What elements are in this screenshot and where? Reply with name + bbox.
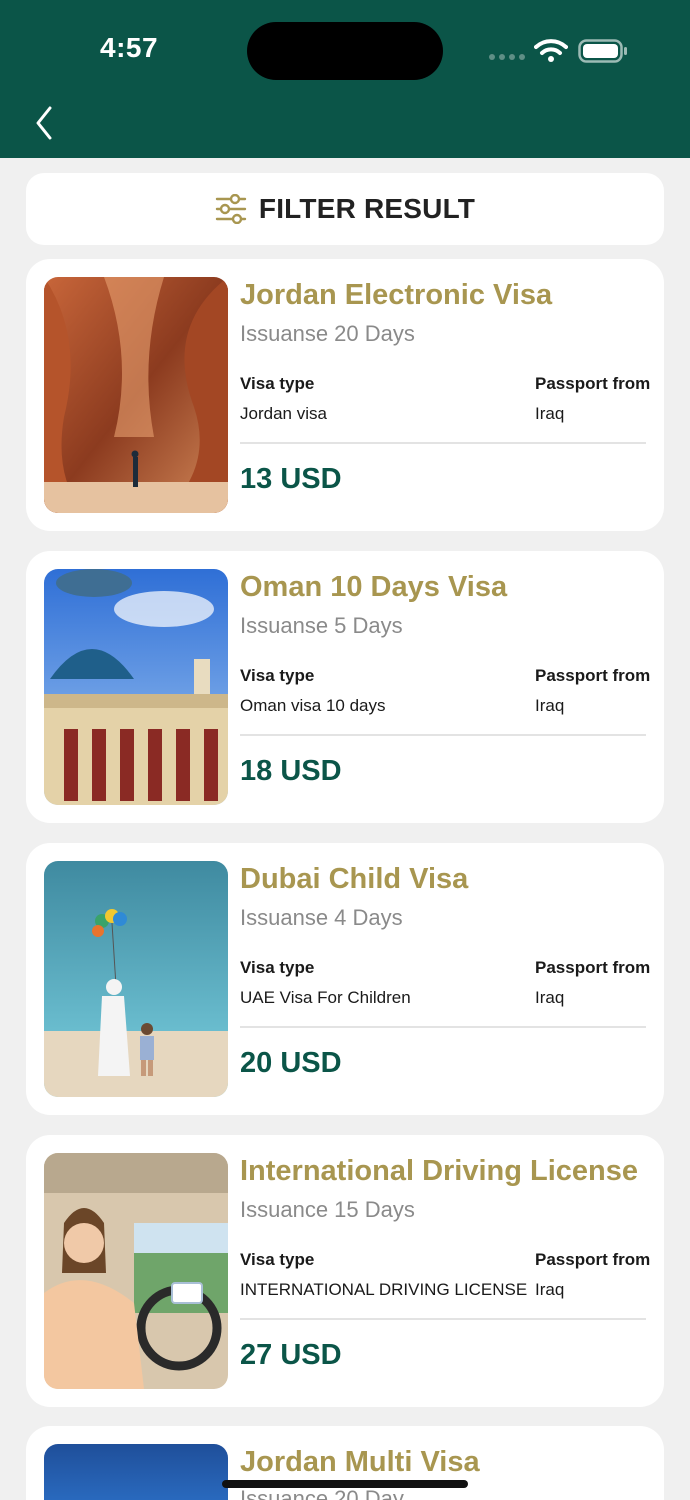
app-header: 4:57 [0,0,690,158]
status-time: 4:57 [100,32,159,63]
card-title: Jordan Multi Visa [240,1446,480,1478]
card-issuance: Issuance 15 Days [240,1197,415,1222]
card-image-beach [44,861,228,1097]
card-title: Jordan Electronic Visa [240,279,553,311]
filter-result-button[interactable]: FILTER RESULT [26,173,664,245]
visa-type-label: Visa type [240,666,315,685]
chevron-left-icon[interactable] [32,104,58,142]
wifi-icon [534,39,568,62]
card-issuance: Issuance 20 Day [240,1486,404,1500]
card-title: Dubai Child Visa [240,863,469,895]
card-issuance: Issuanse 4 Days [240,905,403,930]
card-image-driver [44,1153,228,1389]
visa-card[interactable]: International Driving License Issuance 1… [26,1135,664,1407]
card-price: 20 USD [240,1047,342,1079]
visa-type-value: Jordan visa [240,404,327,423]
battery-icon [578,39,627,63]
divider [240,1026,646,1028]
visa-type-value: Oman visa 10 days [240,696,386,715]
visa-card[interactable]: Jordan Multi Visa Issuance 20 Day [26,1426,664,1500]
divider [240,442,646,444]
divider [240,734,646,736]
sliders-icon [215,194,247,224]
passport-from-label: Passport from [535,1250,651,1269]
card-image-sky [44,1444,228,1500]
filter-label: FILTER RESULT [258,193,476,224]
home-indicator[interactable] [222,1480,468,1488]
passport-from-value: Iraq [535,988,565,1007]
card-issuance: Issuanse 5 Days [240,613,403,638]
card-issuance: Issuanse 20 Days [240,321,415,346]
card-image-mosque [44,569,228,805]
passport-from-label: Passport from [535,958,651,977]
card-price: 13 USD [240,463,342,495]
visa-card[interactable]: Jordan Electronic Visa Issuanse 20 Days … [26,259,664,531]
visa-type-value: INTERNATIONAL DRIVING LICENSE [240,1280,528,1299]
card-title: International Driving License [240,1155,639,1187]
passport-from-value: Iraq [535,696,565,715]
visa-type-label: Visa type [240,374,315,393]
visa-card[interactable]: Dubai Child Visa Issuanse 4 Days Visa ty… [26,843,664,1115]
visa-card[interactable]: Oman 10 Days Visa Issuanse 5 Days Visa t… [26,551,664,823]
card-price: 27 USD [240,1339,342,1371]
passport-from-label: Passport from [535,374,651,393]
dynamic-island [247,22,443,80]
passport-from-value: Iraq [535,404,565,423]
passport-from-label: Passport from [535,666,651,685]
card-title: Oman 10 Days Visa [240,571,508,603]
passport-from-value: Iraq [535,1280,565,1299]
visa-type-value: UAE Visa For Children [240,988,411,1007]
card-price: 18 USD [240,755,342,787]
cellular-signal-icon [489,54,525,60]
visa-type-label: Visa type [240,958,315,977]
card-image-canyon [44,277,228,513]
visa-type-label: Visa type [240,1250,315,1269]
divider [240,1318,646,1320]
